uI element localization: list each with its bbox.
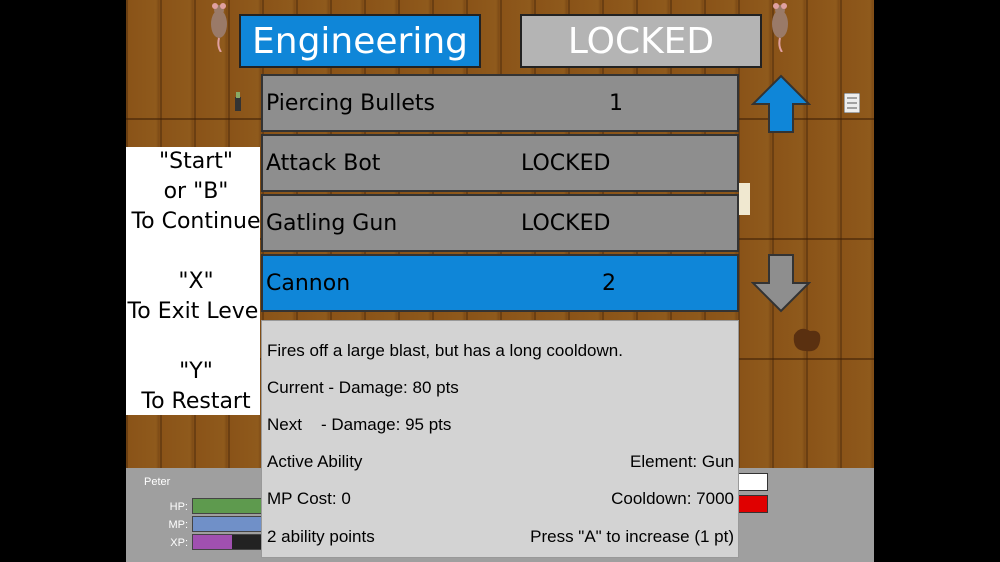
player-name: Peter (144, 476, 171, 488)
tab-locked[interactable]: LOCKED (520, 14, 762, 68)
mp-label: MP: (168, 519, 188, 531)
up-arrow-icon[interactable] (751, 74, 811, 134)
help-text: To Continue (131, 209, 260, 234)
ability-name: Cannon (266, 271, 351, 296)
status-box-red (736, 495, 768, 513)
rat-icon (211, 3, 227, 52)
controls-help-panel: "Start" or "B" To Continue "X" To Exit L… (126, 147, 260, 415)
help-text: To Restart (141, 389, 251, 414)
ability-description: Fires off a large blast, but has a long … (267, 341, 623, 360)
cooldown: Cooldown: 7000 (611, 489, 734, 508)
hp-bar (192, 498, 264, 514)
help-text: To Exit Level (127, 299, 260, 324)
stain-icon (793, 328, 821, 352)
xp-label: XP: (170, 537, 188, 549)
tab-engineering[interactable]: Engineering (239, 14, 481, 68)
ability-row-piercing-bullets[interactable]: Piercing Bullets 1 (261, 74, 739, 132)
hp-label: HP: (169, 501, 188, 513)
ability-points: 2 ability points (267, 527, 375, 546)
ability-detail-panel: Fires off a large blast, but has a long … (261, 320, 739, 558)
mp-bar-fill (193, 517, 263, 531)
xp-bar (192, 534, 264, 550)
ability-row-cannon[interactable]: Cannon 2 (261, 254, 739, 312)
ability-element: Element: Gun (630, 452, 734, 471)
next-label: Next (267, 415, 302, 434)
status-box-white (736, 473, 768, 491)
ability-name: Attack Bot (266, 151, 381, 176)
tab-engineering-label: Engineering (252, 20, 468, 62)
help-text: or "B" (163, 179, 229, 204)
ability-level: LOCKED (521, 211, 611, 236)
current-stat: Current - Damage: 80 pts (267, 378, 459, 397)
ability-name: Piercing Bullets (266, 91, 435, 116)
hp-bar-fill (193, 499, 263, 513)
ability-row-gatling-gun[interactable]: Gatling Gun LOCKED (261, 194, 739, 252)
down-arrow-icon[interactable] (751, 253, 811, 313)
ability-row-attack-bot[interactable]: Attack Bot LOCKED (261, 134, 739, 192)
xp-bar-fill (193, 535, 232, 549)
help-text: "Start" (159, 149, 233, 174)
bottle-icon (235, 92, 241, 111)
help-text: "Y" (179, 359, 213, 384)
ability-level: LOCKED (521, 151, 611, 176)
rat-icon (772, 3, 788, 52)
help-text: "X" (178, 269, 214, 294)
ability-name: Gatling Gun (266, 211, 398, 236)
next-stat: - Damage: 95 pts (321, 415, 452, 434)
ability-type: Active Ability (267, 452, 363, 471)
mp-bar (192, 516, 264, 532)
mp-cost: MP Cost: 0 (267, 489, 351, 508)
increase-hint: Press "A" to increase (1 pt) (530, 527, 734, 546)
tab-locked-label: LOCKED (567, 20, 715, 62)
